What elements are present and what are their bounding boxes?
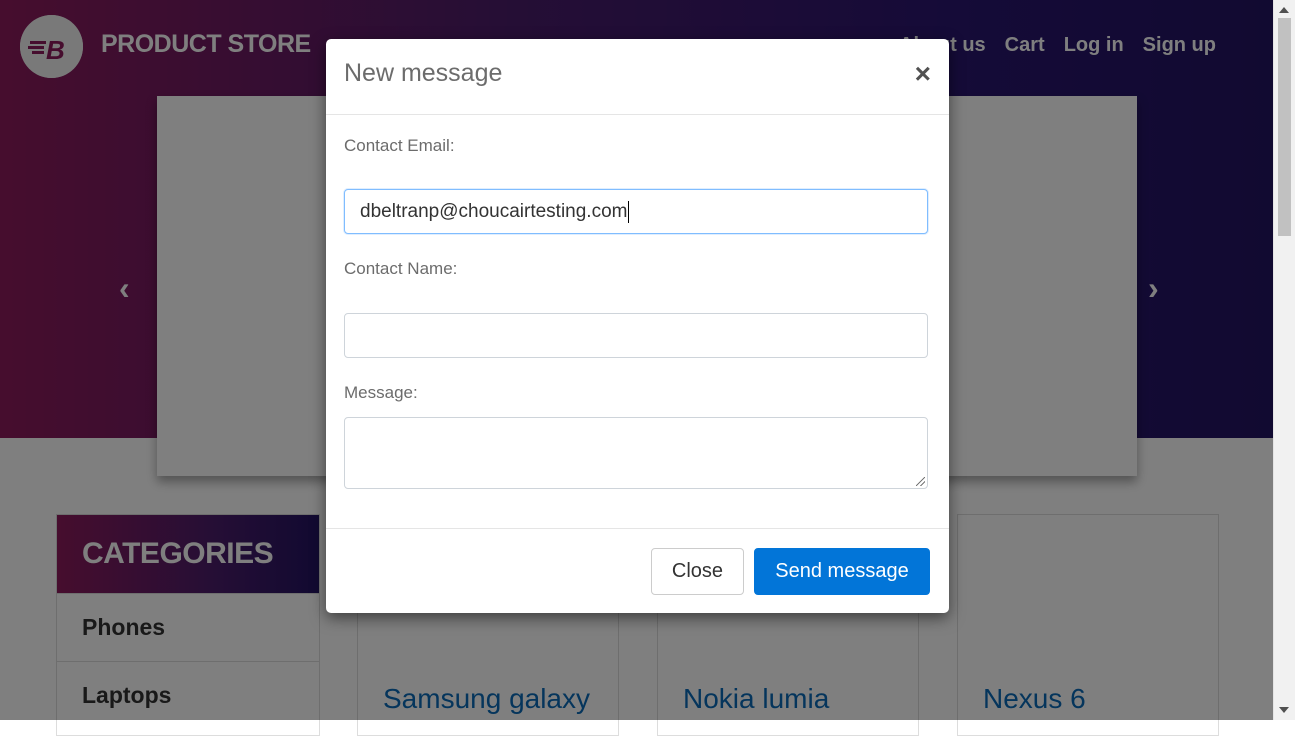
page-scrollbar[interactable] bbox=[1273, 0, 1295, 720]
resize-handle-icon[interactable] bbox=[916, 477, 925, 486]
close-button[interactable]: Close bbox=[651, 548, 744, 595]
scrollbar-thumb[interactable] bbox=[1278, 18, 1291, 236]
modal-footer: Close Send message bbox=[326, 528, 949, 614]
contact-name-label: Contact Name: bbox=[344, 259, 458, 278]
contact-email-field[interactable]: dbeltranp@choucairtesting.com bbox=[344, 189, 928, 234]
text-caret bbox=[628, 200, 630, 223]
modal-header: New message × bbox=[326, 39, 949, 115]
scroll-up-arrow-icon[interactable] bbox=[1279, 7, 1289, 13]
close-icon[interactable]: × bbox=[915, 60, 931, 88]
contact-name-field[interactable] bbox=[344, 313, 928, 358]
contact-email-value: dbeltranp@choucairtesting.com bbox=[360, 201, 628, 222]
modal-title: New message bbox=[344, 59, 503, 87]
message-label: Message: bbox=[344, 383, 418, 402]
send-message-button[interactable]: Send message bbox=[754, 548, 930, 595]
new-message-modal: New message × Contact Email: dbeltranp@c… bbox=[326, 39, 949, 613]
scroll-down-arrow-icon[interactable] bbox=[1279, 707, 1289, 713]
contact-email-label: Contact Email: bbox=[344, 136, 455, 155]
message-textarea[interactable] bbox=[344, 417, 928, 489]
